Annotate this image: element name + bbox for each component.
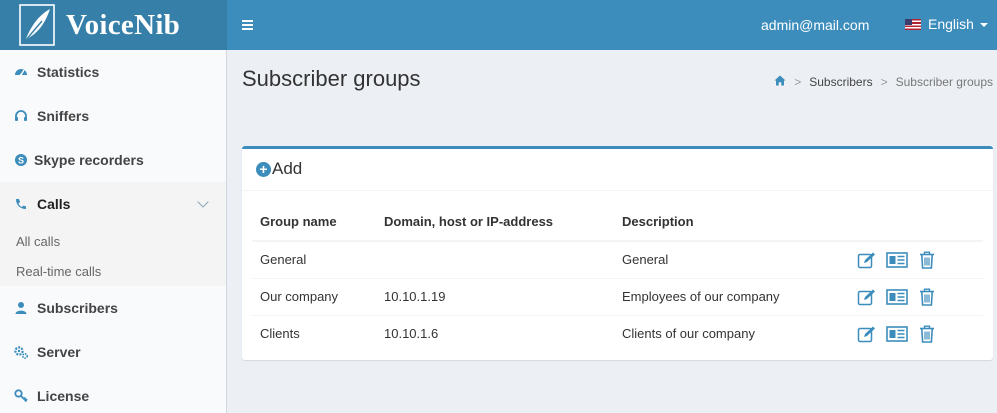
sidebar-item-server[interactable]: Server — [0, 330, 226, 374]
column-header-group-name: Group name — [252, 203, 376, 242]
edit-icon[interactable] — [856, 287, 878, 307]
logo[interactable]: VoiceNib — [0, 0, 227, 50]
details-card-icon[interactable] — [886, 250, 908, 270]
caret-down-icon — [979, 23, 988, 27]
column-header-description: Description — [614, 203, 848, 242]
calls-submenu: All calls Real-time calls — [0, 226, 226, 286]
page-title: Subscriber groups — [242, 66, 421, 91]
svg-text:S: S — [18, 156, 24, 166]
details-card-icon[interactable] — [886, 287, 908, 307]
breadcrumb-separator: > — [794, 75, 802, 89]
breadcrumb: > Subscribers > Subscriber groups — [774, 75, 993, 89]
cell-group-name: Clients — [252, 314, 376, 352]
sidebar-item-label: Skype recorders — [34, 152, 144, 168]
sidebar: Statistics Sniffers S Skype recorders Ca… — [0, 50, 227, 413]
trash-icon[interactable] — [916, 324, 938, 344]
submenu-item-real-time-calls[interactable]: Real-time calls — [16, 264, 101, 279]
trash-icon[interactable] — [916, 287, 938, 307]
cell-domain — [376, 240, 614, 278]
cell-description: Clients of our company — [614, 314, 848, 352]
dashboard-icon — [14, 65, 28, 79]
groups-table: Group name Domain, host or IP-address De… — [252, 203, 983, 352]
add-group-button[interactable]: + Add — [256, 159, 302, 179]
sidebar-item-sniffers[interactable]: Sniffers — [0, 94, 226, 138]
brand-name: VoiceNib — [66, 9, 181, 41]
key-icon — [14, 389, 28, 403]
row-actions — [856, 250, 983, 270]
top-navbar: VoiceNib admin@mail.com English — [0, 0, 997, 50]
trash-icon[interactable] — [916, 250, 938, 270]
sidebar-item-label: Statistics — [37, 64, 100, 80]
row-actions — [856, 324, 983, 344]
edit-icon[interactable] — [856, 324, 878, 344]
headphones-icon — [14, 109, 28, 123]
sidebar-item-calls[interactable]: Calls — [0, 182, 226, 226]
edit-icon[interactable] — [856, 250, 878, 270]
column-header-domain: Domain, host or IP-address — [376, 203, 614, 242]
table-row: General General — [252, 240, 983, 278]
row-actions — [856, 287, 983, 307]
sidebar-item-label: Calls — [37, 196, 71, 212]
submenu-item-all-calls[interactable]: All calls — [16, 234, 60, 249]
add-label: Add — [272, 159, 303, 178]
sidebar-item-statistics[interactable]: Statistics — [0, 50, 226, 94]
table-row: Clients 10.10.1.6 Clients of our company — [252, 314, 983, 352]
feather-logo-icon — [19, 4, 55, 46]
phone-icon — [14, 197, 28, 211]
box-header: + Add — [242, 149, 993, 191]
cell-description: Employees of our company — [614, 277, 848, 315]
table-header-row: Group name Domain, host or IP-address De… — [252, 203, 983, 242]
us-flag-icon — [905, 18, 921, 30]
cell-domain: 10.10.1.19 — [376, 277, 614, 315]
chevron-down-icon — [197, 196, 209, 208]
user-menu[interactable]: admin@mail.com — [761, 17, 869, 33]
sidebar-toggle-button[interactable] — [232, 10, 262, 40]
column-header-actions — [848, 203, 983, 242]
breadcrumb-separator: > — [880, 75, 888, 89]
breadcrumb-current: Subscriber groups — [895, 75, 993, 89]
cell-group-name: Our company — [252, 277, 376, 315]
hamburger-icon — [241, 20, 253, 22]
cogs-icon — [14, 345, 28, 359]
subscriber-groups-box: + Add Group name Domain, host or IP-addr… — [242, 146, 993, 360]
cell-domain: 10.10.1.6 — [376, 314, 614, 352]
breadcrumb-subscribers[interactable]: Subscribers — [809, 75, 872, 89]
sidebar-item-license[interactable]: License — [0, 374, 226, 413]
sidebar-item-skype-recorders[interactable]: S Skype recorders — [0, 138, 226, 182]
home-icon[interactable] — [774, 75, 786, 89]
cell-description: General — [614, 240, 848, 278]
table-row: Our company 10.10.1.19 Employees of our … — [252, 277, 983, 315]
sidebar-item-label: License — [37, 388, 90, 404]
sidebar-item-label: Sniffers — [37, 108, 90, 124]
skype-icon: S — [14, 153, 28, 167]
plus-circle-icon: + — [256, 161, 271, 177]
sidebar-item-label: Subscribers — [37, 300, 118, 316]
language-label: English — [928, 16, 974, 32]
details-card-icon[interactable] — [886, 324, 908, 344]
cell-group-name: General — [252, 240, 376, 278]
user-icon — [14, 301, 28, 315]
language-dropdown[interactable]: English — [905, 16, 988, 32]
sidebar-item-label: Server — [37, 344, 81, 360]
sidebar-item-subscribers[interactable]: Subscribers — [0, 286, 226, 330]
